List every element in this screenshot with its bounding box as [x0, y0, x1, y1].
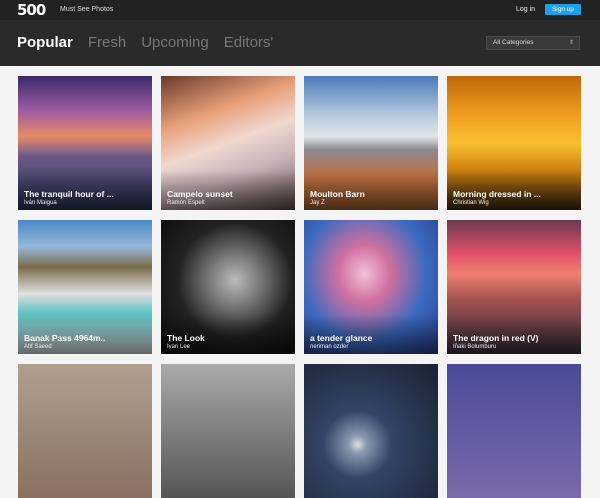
photo-card[interactable]	[18, 364, 152, 498]
photo-author[interactable]: Ivan Lee	[167, 344, 190, 351]
category-select[interactable]: All Categories ⇕	[486, 36, 580, 50]
tagline-link[interactable]: Must See Photos	[60, 5, 113, 14]
photo-author[interactable]: Iñaki Bolumburu	[453, 344, 496, 351]
photo-card[interactable]: Campelo sunset Ramón Espelt	[161, 76, 295, 210]
photo-card[interactable]: a tender glance neriman ozder	[304, 220, 438, 354]
photo-title[interactable]: Campelo sunset	[167, 189, 233, 199]
photo-card[interactable]: The Look Ivan Lee	[161, 220, 295, 354]
photo-author[interactable]: Ramón Espelt	[167, 200, 205, 207]
photo-title[interactable]: The tranquil hour of ...	[24, 189, 114, 199]
tab-upcoming[interactable]: Upcoming	[141, 34, 209, 52]
photo-card[interactable]: Moulton Barn Jay Z	[304, 76, 438, 210]
signup-button[interactable]: Sign up	[545, 4, 581, 15]
photo-title[interactable]: Morning dressed in ...	[453, 189, 541, 199]
photo-card[interactable]: Banak Pass 4964m.. Atif Saeed	[18, 220, 152, 354]
photo-grid: The tranquil hour of ... Iván Maigua Cam…	[18, 76, 582, 498]
photo-card[interactable]	[304, 364, 438, 498]
photo-card[interactable]	[161, 364, 295, 498]
category-nav: Popular Fresh Upcoming Editors' All Cate…	[0, 20, 600, 66]
tab-editors[interactable]: Editors'	[224, 34, 274, 52]
chevron-updown-icon: ⇕	[568, 40, 574, 46]
photo-card[interactable]: The tranquil hour of ... Iván Maigua	[18, 76, 152, 210]
category-select-value: All Categories	[493, 39, 534, 46]
photo-title[interactable]: The dragon in red (V)	[453, 333, 538, 343]
photo-card[interactable]: The dragon in red (V) Iñaki Bolumburu	[447, 220, 581, 354]
photo-author[interactable]: Atif Saeed	[24, 344, 52, 351]
logo[interactable]: 500	[17, 3, 46, 18]
feed-tabs: Popular Fresh Upcoming Editors'	[17, 34, 273, 52]
tab-fresh[interactable]: Fresh	[88, 34, 126, 52]
photo-title[interactable]: Moulton Barn	[310, 189, 365, 199]
tab-popular[interactable]: Popular	[17, 34, 73, 52]
photo-author[interactable]: Christian Wig	[453, 200, 489, 207]
photo-title[interactable]: The Look	[167, 333, 205, 343]
photo-card[interactable]	[447, 364, 581, 498]
photo-author[interactable]: Iván Maigua	[24, 200, 57, 207]
photo-title[interactable]: Banak Pass 4964m..	[24, 333, 105, 343]
top-bar: 500 Must See Photos Log in Sign up	[0, 0, 600, 20]
photo-title[interactable]: a tender glance	[310, 333, 372, 343]
login-link[interactable]: Log in	[516, 5, 535, 14]
photo-card[interactable]: Morning dressed in ... Christian Wig	[447, 76, 581, 210]
photo-author[interactable]: Jay Z	[310, 200, 325, 207]
photo-author[interactable]: neriman ozder	[310, 344, 348, 351]
